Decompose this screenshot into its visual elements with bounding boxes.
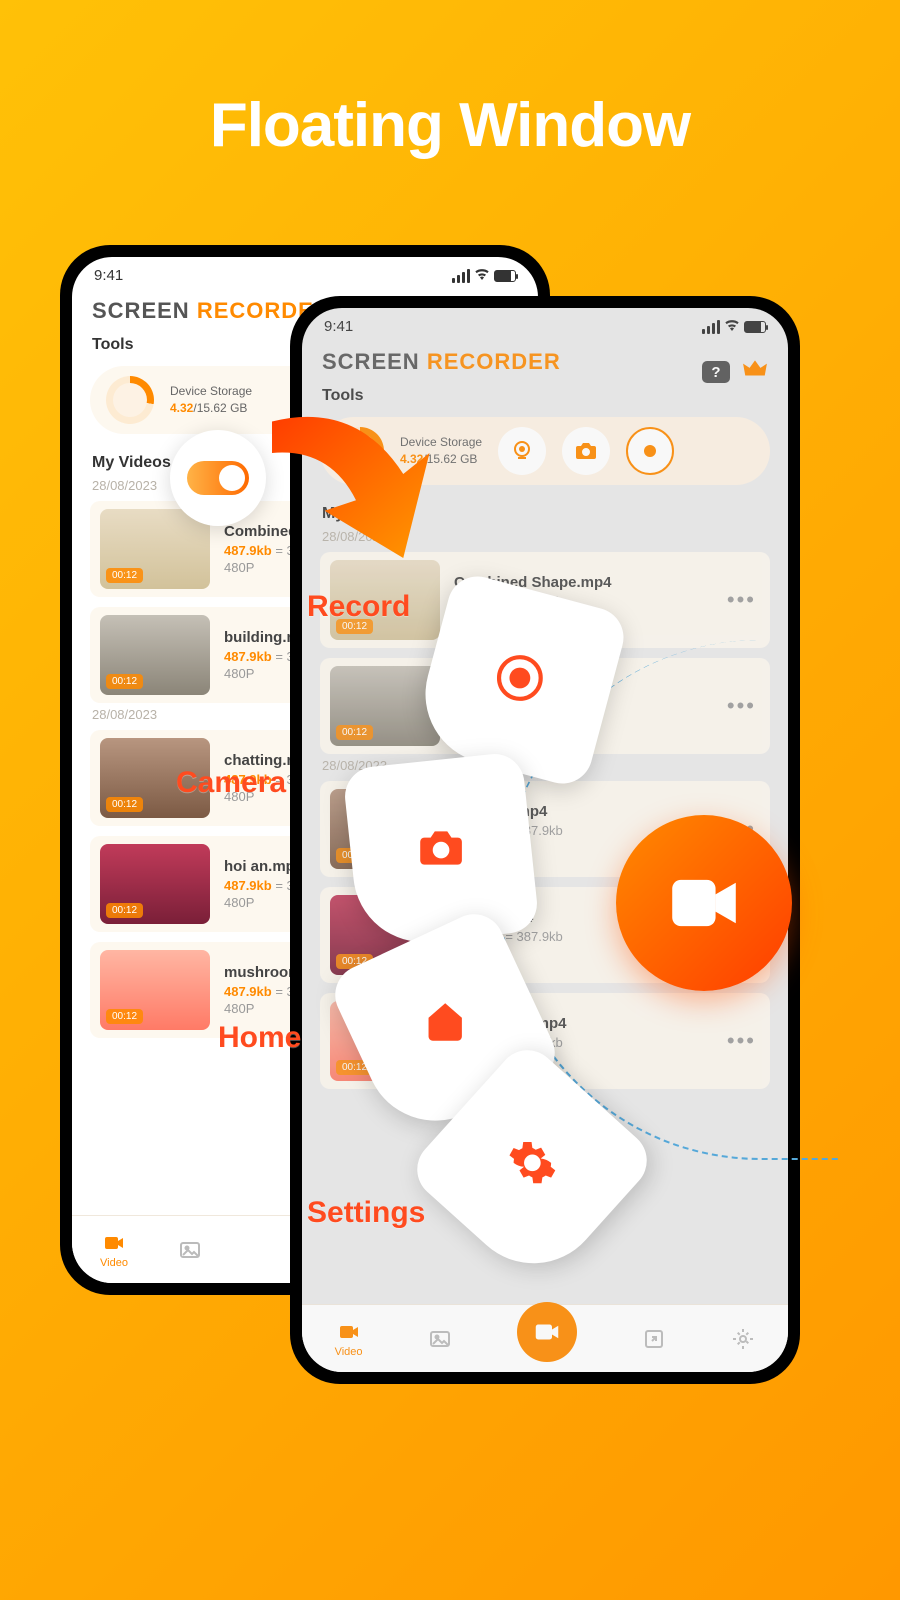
record-tool-button[interactable] <box>626 427 674 475</box>
nav-gallery[interactable] <box>178 1238 202 1262</box>
storage-ring-icon <box>336 427 384 475</box>
status-bar: 9:41 <box>72 257 538 288</box>
nav-video[interactable]: Video <box>335 1320 363 1358</box>
more-icon[interactable]: ••• <box>727 693 756 719</box>
videos-header: My Videos <box>302 491 788 525</box>
float-main-button[interactable] <box>616 815 792 991</box>
nav-settings[interactable] <box>731 1327 755 1351</box>
record-label: Record <box>307 590 410 624</box>
floating-toggle[interactable] <box>170 430 266 526</box>
signal-icon <box>452 269 470 283</box>
battery-icon <box>494 270 516 282</box>
storage-title: Device Storage <box>170 383 252 400</box>
wifi-icon <box>474 267 490 284</box>
webcam-tool-button[interactable] <box>498 427 546 475</box>
hero-title: Floating Window <box>0 0 900 161</box>
nav-gallery[interactable] <box>428 1327 452 1351</box>
battery-icon <box>744 321 766 333</box>
tools-label: Tools <box>302 379 788 411</box>
status-bar: 9:41 <box>302 308 788 339</box>
settings-label: Settings <box>307 1196 425 1230</box>
bottom-nav: Video <box>302 1304 788 1372</box>
float-camera-button[interactable] <box>342 751 540 949</box>
home-label: Home <box>218 1021 301 1055</box>
camera-tool-button[interactable] <box>562 427 610 475</box>
more-icon[interactable]: ••• <box>727 587 756 613</box>
toggle-switch-on[interactable] <box>187 461 249 495</box>
signal-icon <box>702 320 720 334</box>
more-icon[interactable]: ••• <box>727 1028 756 1054</box>
nav-record-button[interactable] <box>517 1302 577 1362</box>
storage-ring-icon <box>106 376 154 424</box>
video-thumbnail: 00:12 <box>100 615 210 695</box>
video-thumbnail: 00:12 <box>100 509 210 589</box>
camera-label: Camera <box>176 766 286 800</box>
tools-row: Device Storage 4.32/15.62 GB <box>320 417 770 485</box>
nav-edit[interactable] <box>642 1327 666 1351</box>
clock-time: 9:41 <box>94 267 123 284</box>
wifi-icon <box>724 318 740 335</box>
nav-video[interactable]: Video <box>100 1231 128 1269</box>
